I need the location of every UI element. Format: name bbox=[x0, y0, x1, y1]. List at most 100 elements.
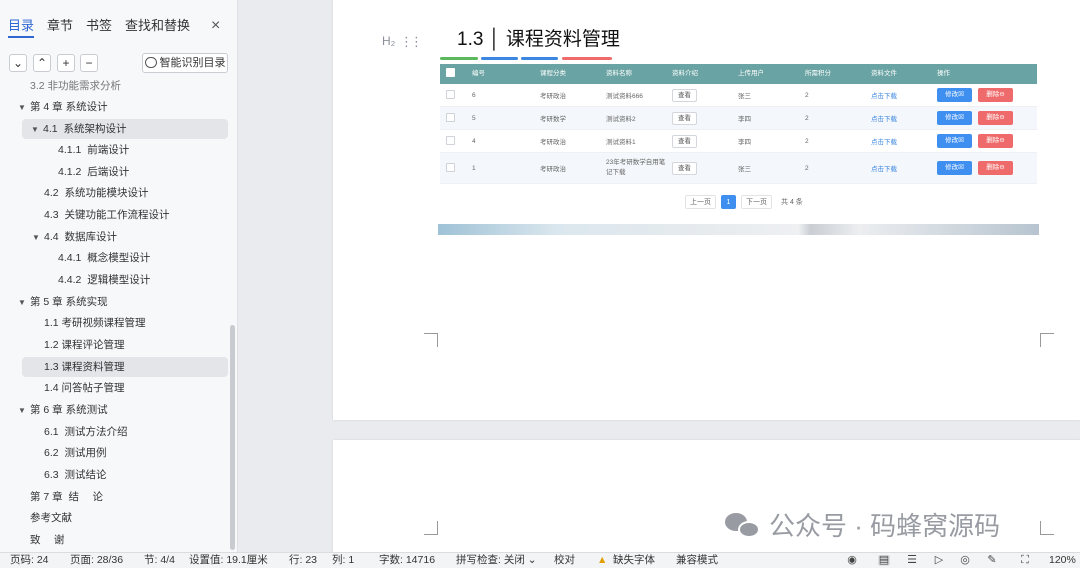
row-checkbox[interactable] bbox=[446, 135, 455, 145]
heading-level-icon[interactable]: H₂ bbox=[382, 34, 395, 48]
delete-button[interactable]: 删除⊖ bbox=[978, 134, 1013, 148]
cell-name: 23年考研数学自用笔记下载 bbox=[606, 159, 666, 176]
accent-bar bbox=[521, 57, 558, 60]
toc-item[interactable]: 4.4.2 逻辑模型设计 bbox=[58, 270, 150, 290]
edit-button[interactable]: 修改☒ bbox=[937, 161, 972, 175]
status-word-count[interactable]: 字数: 14716 bbox=[379, 553, 435, 568]
toc-item[interactable]: 6.2 测试用例 bbox=[44, 443, 106, 463]
row-checkbox[interactable] bbox=[446, 162, 455, 172]
caret-down-icon[interactable]: ▼ bbox=[18, 293, 30, 313]
status-setting[interactable]: 设置值: 19.1厘米 bbox=[189, 553, 268, 568]
status-page-number[interactable]: 页码: 24 bbox=[10, 553, 49, 568]
pen-icon[interactable]: ✎ bbox=[986, 555, 998, 566]
toc-item[interactable]: 3.2 非功能需求分析 bbox=[30, 76, 121, 96]
status-column[interactable]: 列: 1 bbox=[332, 553, 354, 568]
missing-font-button[interactable]: 缺失字体 bbox=[613, 553, 655, 568]
table-row: 1 考研政治 23年考研数学自用笔记下载 查看 张三 2 点击下载 修改☒ 删除⊖ bbox=[440, 153, 1037, 184]
spell-check-toggle[interactable]: 拼写检查: 关闭 ⌄ bbox=[456, 553, 537, 568]
delete-button[interactable]: 删除⊖ bbox=[978, 161, 1013, 175]
toc-text: 逻辑模型设计 bbox=[87, 274, 151, 286]
toc-item[interactable]: 4.1.1 前端设计 bbox=[58, 140, 129, 160]
toc-text: 数据库设计 bbox=[64, 231, 117, 243]
fit-screen-icon[interactable]: ⛶ bbox=[1019, 555, 1031, 566]
select-all-checkbox[interactable] bbox=[446, 68, 455, 77]
status-section[interactable]: 节: 4/4 bbox=[144, 553, 175, 568]
caret-down-icon[interactable]: ▼ bbox=[31, 120, 43, 140]
caret-down-icon[interactable]: ▼ bbox=[18, 98, 30, 118]
caret-down-icon[interactable]: ▼ bbox=[18, 401, 30, 421]
cell-points: 2 bbox=[805, 164, 809, 172]
view-button[interactable]: 查看 bbox=[672, 161, 697, 175]
add-heading-button[interactable]: + bbox=[57, 54, 75, 72]
status-pages[interactable]: 页面: 28/36 bbox=[70, 553, 123, 568]
smart-toc-label: 智能识别目录 bbox=[159, 57, 226, 69]
toc-num: 4.2 bbox=[44, 187, 59, 199]
edit-button[interactable]: 修改☒ bbox=[937, 111, 972, 125]
outline-view-icon[interactable]: ☰ bbox=[906, 555, 918, 566]
status-line[interactable]: 行: 23 bbox=[289, 553, 317, 568]
table-row: 4 考研政治 测试资料1 查看 李四 2 点击下载 修改☒ 删除⊖ bbox=[440, 130, 1037, 153]
eye-icon[interactable]: ◉ bbox=[846, 555, 858, 566]
next-page-button[interactable]: 下一页 bbox=[741, 195, 772, 209]
toc-item[interactable]: 1.1 考研视频课程管理 bbox=[44, 313, 146, 333]
edit-button[interactable]: 修改☒ bbox=[937, 88, 972, 102]
toc-item[interactable]: 6.1 测试方法介绍 bbox=[44, 422, 127, 442]
cell-id: 4 bbox=[472, 137, 476, 145]
prev-page-button[interactable]: 上一页 bbox=[685, 195, 716, 209]
toc-item[interactable]: 4.2 系统功能模块设计 bbox=[44, 183, 148, 203]
web-view-icon[interactable]: ◎ bbox=[959, 555, 971, 566]
expand-down-button[interactable]: ⌄ bbox=[9, 54, 27, 72]
download-link[interactable]: 点击下载 bbox=[865, 163, 931, 173]
cell-name: 测试资料666 bbox=[606, 93, 643, 100]
toc-item[interactable]: ▼ 4.1 系统架构设计 bbox=[22, 119, 228, 139]
toc-item[interactable]: 6.3 测试结论 bbox=[44, 465, 106, 485]
smart-toc-button[interactable]: 智能识别目录 bbox=[142, 53, 228, 73]
row-checkbox[interactable] bbox=[446, 112, 455, 122]
toc-item[interactable]: 4.4.1 概念模型设计 bbox=[58, 248, 150, 268]
sidebar-scrollbar[interactable] bbox=[230, 325, 235, 550]
download-link[interactable]: 点击下载 bbox=[865, 136, 931, 146]
drag-handle-icon[interactable]: ⋮⋮ bbox=[400, 34, 423, 50]
delete-button[interactable]: 删除⊖ bbox=[978, 88, 1013, 102]
page-view-icon[interactable]: ▤ bbox=[878, 555, 890, 566]
close-icon[interactable]: × bbox=[211, 17, 220, 35]
remove-heading-button[interactable]: − bbox=[80, 54, 98, 72]
view-button[interactable]: 查看 bbox=[672, 134, 697, 148]
toc-item[interactable]: ▼ 第 5 章 系统实现 bbox=[18, 292, 108, 312]
smart-recognize-icon bbox=[144, 57, 157, 68]
download-link[interactable]: 点击下载 bbox=[865, 90, 931, 100]
tab-chapters[interactable]: 章节 bbox=[47, 16, 73, 38]
play-icon[interactable]: ▷ bbox=[933, 555, 945, 566]
view-button[interactable]: 查看 bbox=[672, 88, 697, 102]
toc-item[interactable]: 4.3 关键功能工作流程设计 bbox=[44, 205, 169, 225]
cell-uploader: 张三 bbox=[738, 93, 751, 100]
toc-item[interactable]: 参考文献 bbox=[30, 508, 72, 528]
download-link[interactable]: 点击下载 bbox=[865, 113, 931, 123]
toc-num: 3.2 bbox=[30, 80, 45, 92]
page-number-current[interactable]: 1 bbox=[721, 195, 736, 209]
toc-item[interactable]: ▼ 第 6 章 系统测试 bbox=[18, 400, 108, 420]
tab-toc[interactable]: 目录 bbox=[8, 16, 35, 38]
row-select-cell bbox=[440, 112, 466, 124]
proofread-button[interactable]: 校对 bbox=[554, 553, 575, 568]
toc-item[interactable]: 1.2 课程评论管理 bbox=[44, 335, 125, 355]
toc-item[interactable]: ▼ 第 4 章 系统设计 bbox=[18, 97, 108, 117]
delete-button[interactable]: 删除⊖ bbox=[978, 111, 1013, 125]
toc-item[interactable]: 第 7 章 结 论 bbox=[30, 487, 103, 507]
collapse-up-button[interactable]: ⌃ bbox=[33, 54, 51, 72]
tab-find-replace[interactable]: 查找和替换 bbox=[125, 16, 190, 38]
toc-item[interactable]: ▼ 4.4 数据库设计 bbox=[32, 227, 117, 247]
view-button[interactable]: 查看 bbox=[672, 111, 697, 125]
row-checkbox[interactable] bbox=[446, 89, 455, 99]
header-actions: 操作 bbox=[937, 70, 950, 77]
cell-points: 2 bbox=[805, 91, 809, 99]
edit-button[interactable]: 修改☒ bbox=[937, 134, 972, 148]
tab-bookmarks[interactable]: 书签 bbox=[86, 16, 112, 38]
toc-item-current[interactable]: 1.3 课程资料管理 bbox=[22, 357, 228, 377]
cell-intro: 查看 bbox=[666, 134, 732, 148]
toc-item[interactable]: 1.4 问答帖子管理 bbox=[44, 378, 125, 398]
toc-item[interactable]: 4.1.2 后端设计 bbox=[58, 162, 129, 182]
caret-down-icon[interactable]: ▼ bbox=[32, 228, 44, 248]
zoom-level[interactable]: 120% bbox=[1049, 553, 1076, 568]
toc-item[interactable]: 致 谢 bbox=[30, 530, 64, 550]
